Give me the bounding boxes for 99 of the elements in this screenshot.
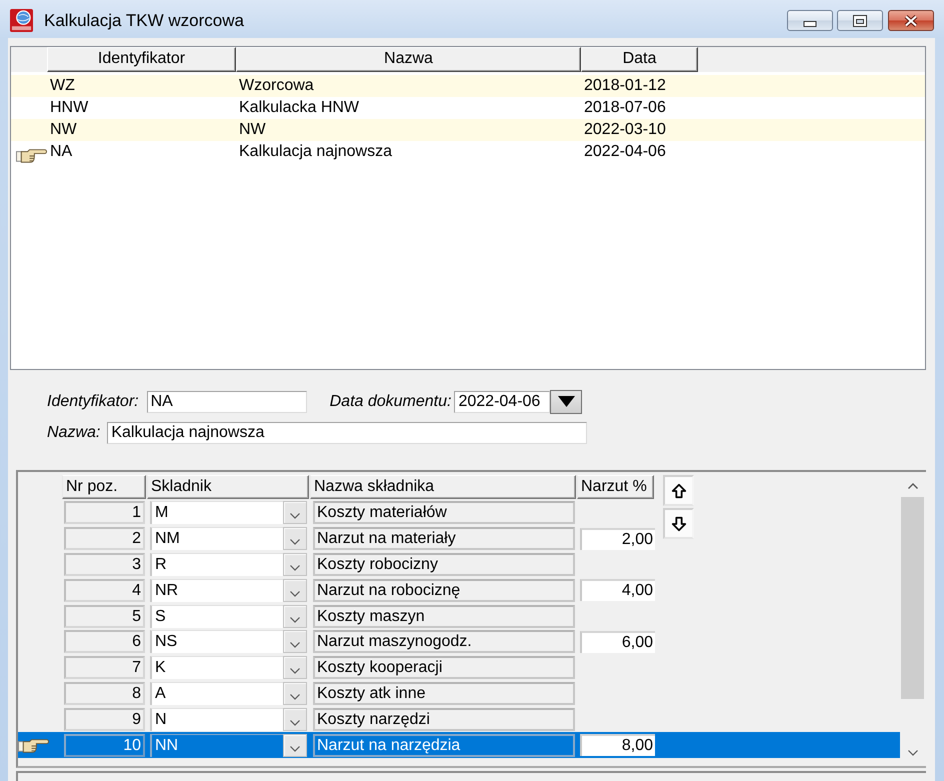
date-dropdown-button[interactable] [550,390,582,414]
table-cell-text: Wzorcowa [238,76,315,96]
dropdown-button[interactable] [283,552,307,576]
move-down-button[interactable] [663,508,694,539]
table-cell-text: NW [49,120,78,140]
position-number-cell: 5 [64,604,145,628]
dropdown-button[interactable] [283,656,307,680]
dropdown-button[interactable] [283,708,307,731]
column-header[interactable]: Nr poz. [62,475,146,499]
list-row[interactable]: NW NW 2022-03-10 [11,119,925,141]
markup-field[interactable]: 2,00 [580,528,655,550]
position-number-cell: 4 [64,578,145,602]
chevron-down-icon [908,750,918,756]
list-row[interactable]: WZ Wzorcowa 2018-01-12 [11,75,925,97]
component-code-field[interactable]: N [150,708,283,731]
minimize-button[interactable] [787,10,833,31]
close-icon [904,14,918,26]
component-code-field[interactable]: R [150,552,283,576]
table-cell-text: HNW [49,98,90,118]
field-label: Nazwa: [47,424,100,442]
table-cell-text: Kalkulacka HNW [238,98,360,118]
identifier-field[interactable]: NA [146,390,307,412]
component-name-cell: Koszty narzędzi [313,708,575,731]
table-cell-text: Kalkulacja najnowsza [238,142,393,162]
position-number-cell: 1 [64,501,145,524]
component-name-cell: Koszty atk inne [313,682,575,705]
component-name-cell: Koszty materiałów [313,501,575,524]
position-number-cell: 2 [64,527,145,550]
chevron-down-icon [290,668,300,674]
table-cell-text: NW [238,120,267,140]
maximize-button[interactable] [837,10,883,31]
field-label: Identyfikator: [47,392,139,410]
field-label: Data dokumentu: [330,392,452,410]
window-title: Kalkulacja TKW wzorcowa [44,10,244,30]
dropdown-button[interactable] [283,578,307,602]
minimize-icon [803,20,817,26]
arrow-up-icon [670,482,686,498]
chevron-down-icon [290,616,300,623]
column-header[interactable]: Nazwa składnika [310,475,576,499]
dropdown-button[interactable] [283,734,307,757]
table-cell-text: 2018-01-12 [583,76,667,96]
component-code-field[interactable]: K [150,656,283,680]
close-button[interactable] [888,10,934,31]
component-code-field[interactable]: M [150,501,283,524]
component-name-cell: Narzut na robociznę [313,578,575,602]
table-cell-text: 2022-04-06 [583,142,667,162]
component-code-field[interactable]: S [150,604,283,628]
component-name-cell: Koszty robocizny [313,552,575,576]
arrow-down-icon [670,516,686,532]
component-name-cell: Narzut na materiały [313,527,575,550]
component-name-cell: Koszty kooperacji [313,656,575,680]
chevron-down-icon [290,513,300,520]
scrollbar-thumb[interactable] [901,497,924,699]
table-cell-text: 2022-03-10 [583,120,667,140]
app-icon [10,9,33,32]
table-cell-text: 2018-07-06 [583,98,667,118]
component-name-cell: Narzut maszynogodz. [313,630,575,654]
chevron-down-icon [290,746,300,752]
chevron-down-icon [290,539,300,546]
triangle-down-icon [558,396,575,407]
date-field[interactable]: 2022-04-06 [454,390,550,412]
component-name-cell: Narzut na narzędzia [313,734,575,757]
dropdown-button[interactable] [283,630,307,654]
position-number-cell: 8 [64,682,145,705]
move-up-button[interactable] [663,475,694,506]
dropdown-button[interactable] [283,682,307,705]
position-number-cell: 9 [64,708,145,731]
chevron-down-icon [290,564,300,571]
column-header[interactable]: Nazwa [236,47,581,72]
chevron-up-icon [908,483,918,489]
table-cell-text: NA [49,142,74,162]
markup-field[interactable]: 8,00 [580,734,655,756]
chevron-down-icon [290,720,300,726]
component-code-field[interactable]: NN [150,734,283,757]
chevron-down-icon [290,694,300,700]
position-number-cell: 3 [64,552,145,576]
table-cell-text: WZ [49,76,76,96]
column-header[interactable]: Identyfikator [47,47,236,72]
column-header[interactable]: Narzut % [577,475,654,499]
component-name-cell: Koszty maszyn [313,604,575,628]
chevron-down-icon [290,590,300,597]
column-header[interactable]: Data [581,47,698,72]
component-code-field[interactable]: A [150,682,283,705]
name-field[interactable]: Kalkulacja najnowsza [107,422,588,444]
component-code-field[interactable]: NM [150,527,283,550]
markup-field[interactable]: 6,00 [580,630,655,653]
dropdown-button[interactable] [283,527,307,550]
markup-field[interactable]: 4,00 [580,579,655,602]
position-number-cell: 7 [64,656,145,680]
column-header[interactable]: Skladnik [147,475,309,499]
position-number-cell: 10 [64,734,145,757]
selected-row[interactable]: 10 NN Narzut na narzędzia 8,00 [18,732,900,758]
position-number-cell: 6 [64,630,145,654]
dropdown-button[interactable] [283,501,307,524]
component-code-field[interactable]: NR [150,578,283,602]
dropdown-button[interactable] [283,604,307,628]
maximize-icon [853,14,867,26]
component-code-field[interactable]: NS [150,630,283,654]
chevron-down-icon [290,642,300,648]
